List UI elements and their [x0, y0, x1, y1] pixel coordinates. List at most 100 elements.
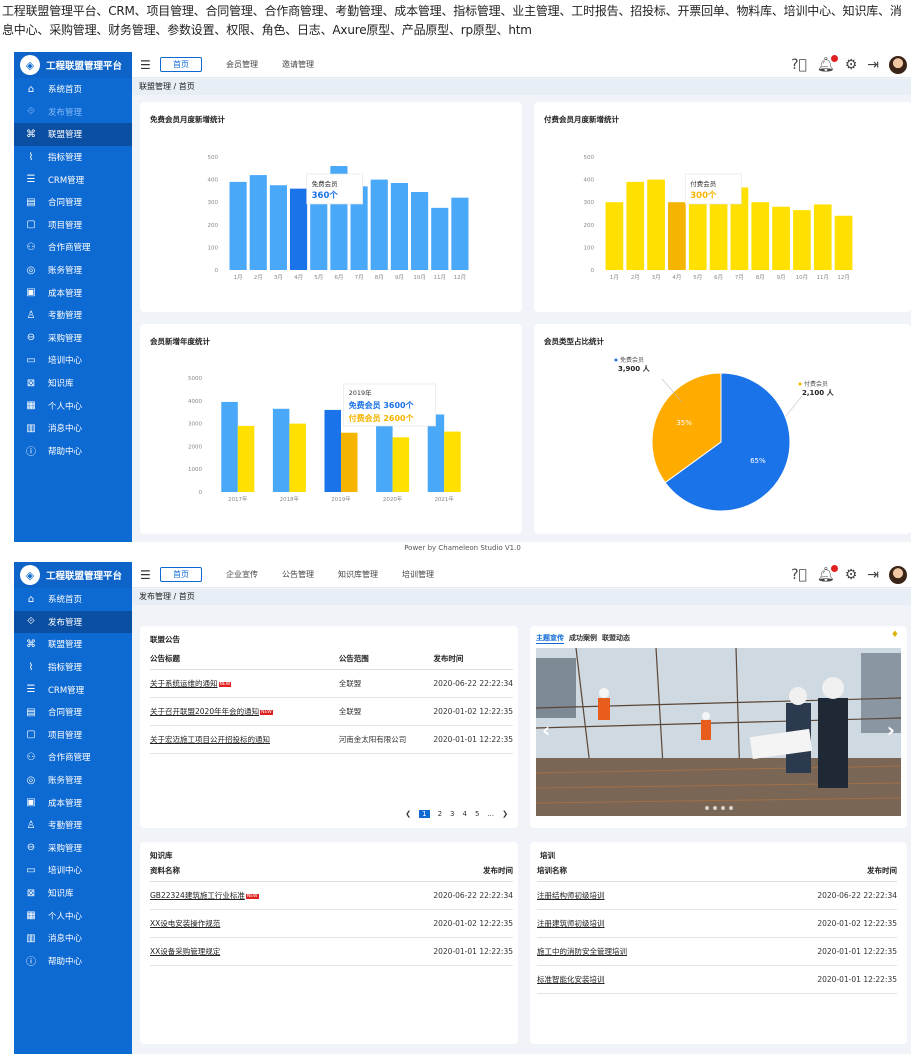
page-number[interactable]: 2 [438, 810, 442, 818]
sidebar-item-crm[interactable]: ☰ CRM管理 [14, 168, 132, 191]
sidebar-item-help[interactable]: ⓘ 帮助中心 [14, 440, 132, 463]
sidebar-item-partner[interactable]: ⚇ 合作商管理 [14, 236, 132, 259]
table-row[interactable]: 标准智能化安装培训 2020-01-01 12:22:35 [537, 965, 897, 994]
help-circle-icon[interactable]: ?⃝ [791, 57, 807, 73]
nav-training-management[interactable]: 培训管理 [402, 569, 434, 580]
sidebar-item-attendance[interactable]: ♙ 考勤管理 [14, 814, 132, 837]
notice-title-link[interactable]: 关于召开联盟2020年年会的通知 NEW [150, 697, 339, 726]
tab-home[interactable]: 首页 [160, 567, 202, 582]
table-row[interactable]: 注册建筑师初级培训 2020-01-02 12:22:35 [537, 909, 897, 938]
document-link-text[interactable]: XX设备采购管理规定 [150, 947, 220, 956]
nav-invites[interactable]: 邀请管理 [282, 59, 314, 70]
sidebar-item-message[interactable]: ▥ 消息中心 [14, 417, 132, 440]
notice-title-link[interactable]: 关于系统运维的通知 NEW [150, 669, 339, 698]
sidebar-item-help[interactable]: ⓘ 帮助中心 [14, 950, 132, 973]
table-row[interactable]: 关于系统运维的通知 NEW 全联盟 2020-06-22 22:22:34 [150, 669, 513, 698]
document-link[interactable]: XX设备采购管理规定 [150, 937, 420, 966]
sidebar-item-chart[interactable]: ⌇ 指标管理 [14, 146, 132, 169]
training-link[interactable]: 注册结构师初级培训 [537, 881, 797, 910]
menu-toggle-icon[interactable]: ☰ [140, 568, 154, 582]
sidebar-item-crm[interactable]: ☰ CRM管理 [14, 678, 132, 701]
sidebar-item-publish[interactable]: ⟐ 发布管理 [14, 610, 132, 634]
help-circle-icon[interactable]: ?⃝ [791, 567, 807, 583]
document-link-text[interactable]: XX设电安装操作规范 [150, 919, 220, 928]
document-link-text[interactable]: GB22324建筑施工行业标准 [150, 891, 245, 900]
document-link[interactable]: GB22324建筑施工行业标准 NEW [150, 881, 420, 910]
sidebar-item-home[interactable]: ⌂ 系统首页 [14, 588, 132, 611]
training-link-text[interactable]: 注册建筑师初级培训 [537, 919, 605, 928]
avatar[interactable] [889, 55, 907, 74]
sidebar-item-finance[interactable]: ◎ 账务管理 [14, 769, 132, 792]
nav-notice-management[interactable]: 公告管理 [282, 569, 314, 580]
sidebar-item-purchase[interactable]: ⊖ 采购管理 [14, 837, 132, 860]
gear-icon[interactable]: ⚙ [845, 567, 858, 583]
training-link[interactable]: 注册建筑师初级培训 [537, 909, 797, 938]
menu-toggle-icon[interactable]: ☰ [140, 58, 154, 72]
sidebar-item-knowledge[interactable]: ⊠ 知识库 [14, 882, 132, 905]
logout-icon[interactable]: ⇥ [867, 57, 879, 73]
training-link-text[interactable]: 标准智能化安装培训 [537, 975, 605, 984]
page-number[interactable]: 4 [463, 810, 467, 818]
sidebar-item-contract[interactable]: ▤ 合同管理 [14, 191, 132, 214]
sidebar-item-profile[interactable]: ▦ 个人中心 [14, 394, 132, 417]
gear-icon[interactable]: ⚙ [845, 57, 858, 73]
tab-success-cases[interactable]: 成功案例 [569, 633, 597, 644]
banner-dot[interactable] [720, 806, 725, 810]
sidebar-item-publish[interactable]: ⟐ 发布管理 [14, 101, 132, 124]
sidebar-item-knowledge[interactable]: ⊠ 知识库 [14, 372, 132, 395]
banner-dot[interactable] [712, 806, 717, 810]
nav-members[interactable]: 会员管理 [226, 59, 258, 70]
sidebar-item-partner[interactable]: ⚇ 合作商管理 [14, 746, 132, 769]
sidebar-item-training[interactable]: ▭ 培训中心 [14, 859, 132, 882]
bell-icon[interactable]: 🔔︎ [817, 564, 838, 583]
bell-icon[interactable]: 🔔︎ [817, 54, 838, 73]
sidebar-item-message[interactable]: ▥ 消息中心 [14, 927, 132, 950]
sidebar-item-training[interactable]: ▭ 培训中心 [14, 349, 132, 372]
table-row[interactable]: 施工中的消防安全管理培训 2020-01-01 12:22:35 [537, 937, 897, 966]
table-row[interactable]: 关于召开联盟2020年年会的通知 NEW 全联盟 2020-01-02 12:22:3… [150, 697, 513, 726]
tab-alliance-news[interactable]: 联盟动态 [602, 633, 630, 644]
sidebar-item-attendance[interactable]: ♙ 考勤管理 [14, 304, 132, 327]
sidebar-item-project[interactable]: ▢ 项目管理 [14, 214, 132, 237]
table-row[interactable]: 注册结构师初级培训 2020-06-22 22:22:34 [537, 881, 897, 910]
table-row[interactable]: XX设电安装操作规范 2020-01-02 12:22:35 [150, 909, 513, 938]
sidebar-item-finance[interactable]: ◎ 账务管理 [14, 259, 132, 282]
sidebar-item-purchase[interactable]: ⊖ 采购管理 [14, 327, 132, 350]
notice-title-link-text[interactable]: 关于召开联盟2020年年会的通知 [150, 707, 259, 716]
notice-title-link[interactable]: 关于宏迈施工项目公开招投标的通知 [150, 725, 339, 754]
prev-page-icon[interactable]: ❮ [405, 810, 411, 818]
sidebar-item-alliance[interactable]: ⌘ 联盟管理 [14, 633, 132, 656]
page-number[interactable]: ... [487, 810, 494, 818]
training-link[interactable]: 施工中的消防安全管理培训 [537, 937, 797, 966]
page-number[interactable]: 1 [419, 810, 430, 818]
banner-dot[interactable] [728, 806, 733, 810]
document-link[interactable]: XX设电安装操作规范 [150, 909, 420, 938]
notice-title-link-text[interactable]: 关于宏迈施工项目公开招投标的通知 [150, 735, 270, 744]
sidebar-item-home[interactable]: ⌂ 系统首页 [14, 78, 132, 101]
sidebar-item-alliance[interactable]: ⌘ 联盟管理 [14, 123, 132, 146]
logout-icon[interactable]: ⇥ [867, 567, 879, 583]
training-link-text[interactable]: 注册结构师初级培训 [537, 891, 605, 900]
training-link[interactable]: 标准智能化安装培训 [537, 965, 797, 994]
notice-title-link-text[interactable]: 关于系统运维的通知 [150, 679, 218, 688]
promo-banner-image[interactable]: ‹ › [536, 648, 901, 816]
banner-next-arrow-icon[interactable]: › [887, 718, 895, 742]
table-row[interactable]: GB22324建筑施工行业标准 NEW 2020-06-22 22:22:34 [150, 881, 513, 910]
table-row[interactable]: XX设备采购管理规定 2020-01-01 12:22:35 [150, 937, 513, 966]
sidebar-item-cost[interactable]: ▣ 成本管理 [14, 791, 132, 814]
tab-theme-promo[interactable]: 主题宣传 [536, 633, 564, 644]
nav-knowledge-management[interactable]: 知识库管理 [338, 569, 378, 580]
banner-dot[interactable] [704, 806, 709, 810]
sidebar-item-profile[interactable]: ▦ 个人中心 [14, 904, 132, 927]
sidebar-item-chart[interactable]: ⌇ 指标管理 [14, 656, 132, 679]
avatar[interactable] [889, 565, 907, 584]
banner-prev-arrow-icon[interactable]: ‹ [542, 718, 550, 742]
table-row[interactable]: 关于宏迈施工项目公开招投标的通知 河南金太阳有限公司 2020-01-01 12:2… [150, 725, 513, 754]
sidebar-item-cost[interactable]: ▣ 成本管理 [14, 281, 132, 304]
next-page-icon[interactable]: ❯ [502, 810, 508, 818]
sidebar-item-project[interactable]: ▢ 项目管理 [14, 724, 132, 747]
tab-home[interactable]: 首页 [160, 57, 202, 72]
page-number[interactable]: 5 [475, 810, 479, 818]
training-link-text[interactable]: 施工中的消防安全管理培训 [537, 947, 627, 956]
page-number[interactable]: 3 [450, 810, 454, 818]
